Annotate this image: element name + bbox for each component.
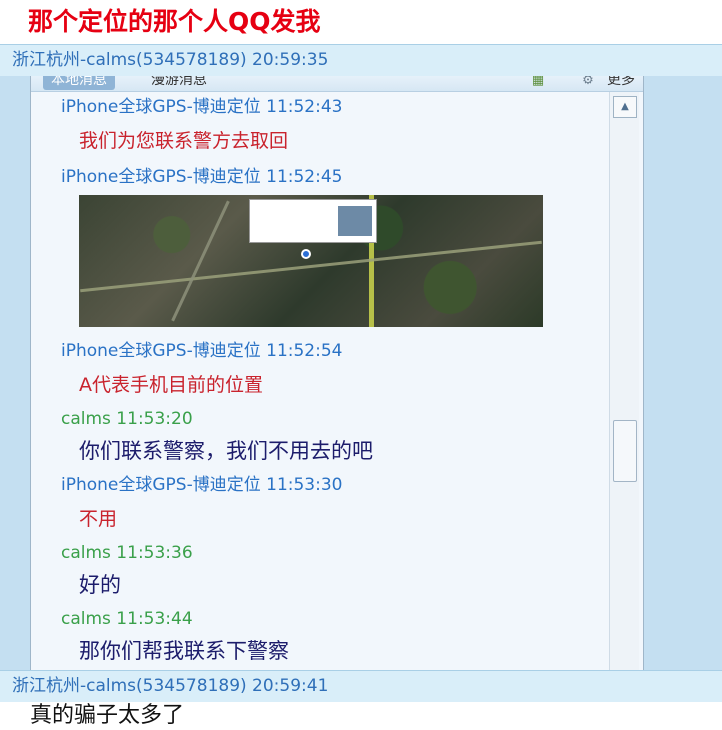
tab-local-messages[interactable]: 本地消息 — [43, 76, 115, 90]
chat-sender: calms 11:53:36 — [61, 543, 193, 563]
map-image[interactable] — [79, 195, 543, 327]
chat-message: 不用 — [79, 508, 118, 530]
message-header: 浙江杭州-calms(534578189) 20:59:35 — [0, 44, 722, 76]
chat-sender: iPhone全球GPS-博迪定位 11:52:43 — [61, 97, 343, 117]
chat-message: 你们联系警察，我们不用去的吧 — [79, 439, 373, 463]
scroll-thumb[interactable] — [613, 420, 637, 482]
message-header: 浙江杭州-calms(534578189) 20:59:41 — [0, 670, 722, 702]
chat-window: 本地消息 漫游消息 ▦ ⚙ 更多 iPhone全球GPS-博迪定位 11:52:… — [30, 76, 644, 670]
embedded-screenshot: 本地消息 漫游消息 ▦ ⚙ 更多 iPhone全球GPS-博迪定位 11:52:… — [0, 76, 722, 670]
tab-roaming-messages[interactable]: 漫游消息 — [151, 76, 207, 90]
chart-icon[interactable]: ▦ — [527, 76, 549, 90]
settings-icon[interactable]: ⚙ — [577, 76, 599, 90]
message-text: 真的骗子太多了 — [30, 703, 185, 728]
more-button[interactable]: 更多 — [607, 76, 635, 90]
chat-message: 我们为您联系警方去取回 — [79, 130, 289, 152]
chat-sender: calms 11:53:20 — [61, 409, 193, 429]
chat-sender: iPhone全球GPS-博迪定位 11:52:54 — [61, 341, 343, 361]
map-road — [171, 200, 230, 322]
chat-history: iPhone全球GPS-博迪定位 11:52:43 我们为您联系警方去取回 iP… — [31, 92, 609, 670]
map-road — [80, 240, 542, 293]
map-popup-thumbnail — [338, 206, 372, 236]
chat-scrollbar[interactable]: ▲ — [609, 92, 639, 670]
chat-sender: calms 11:53:44 — [61, 609, 193, 629]
scroll-up-icon[interactable]: ▲ — [613, 96, 637, 118]
chat-sender: iPhone全球GPS-博迪定位 11:53:30 — [61, 475, 343, 495]
chat-sender: iPhone全球GPS-博迪定位 11:52:45 — [61, 167, 343, 187]
map-popup — [249, 199, 377, 243]
chat-message: 好的 — [79, 573, 121, 597]
chat-message: A代表手机目前的位置 — [79, 374, 263, 396]
chat-message: 那你们帮我联系下警察 — [79, 639, 289, 663]
chat-toolbar: 本地消息 漫游消息 ▦ ⚙ 更多 — [31, 76, 643, 92]
location-pin-icon — [301, 249, 311, 259]
post-headline: 那个定位的那个人QQ发我 — [0, 0, 722, 44]
